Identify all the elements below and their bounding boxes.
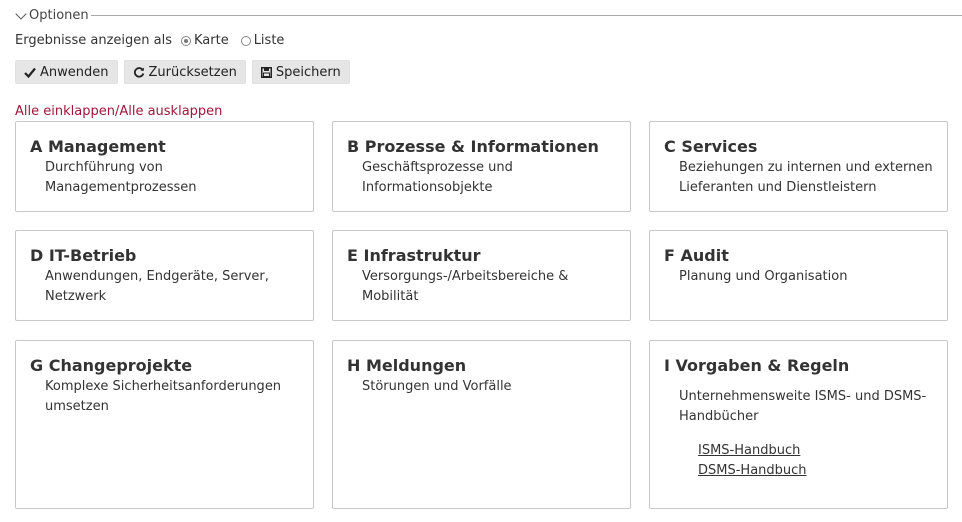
card-title: I Vorgaben & Regeln: [664, 356, 850, 375]
radio-karte-label: Karte: [193, 33, 229, 48]
isms-handbook-link[interactable]: ISMS-Handbuch: [698, 441, 807, 461]
display-mode-label: Ergebnisse anzeigen als: [15, 33, 172, 48]
card-description: Störungen und Vorfälle: [362, 379, 512, 394]
card-h-meldungen[interactable]: H Meldungen Störungen und Vorfälle: [332, 340, 631, 509]
card-description: Anwendungen, Endgeräte, Server, Netzwerk: [45, 269, 269, 304]
options-divider: [91, 15, 962, 16]
card-b-prozesse[interactable]: B Prozesse & Informationen Geschäftsproz…: [332, 121, 631, 212]
card-description: Versorgungs-/Arbeitsbereiche & Mobilität: [362, 269, 569, 304]
apply-button-label: Anwenden: [40, 64, 109, 80]
options-legend-label: Optionen: [29, 8, 89, 23]
card-title: A Management: [30, 137, 166, 156]
card-f-audit[interactable]: F Audit Planung und Organisation: [649, 230, 948, 321]
card-description: Beziehungen zu internen und externen Lie…: [679, 160, 933, 195]
radio-liste-circle[interactable]: [240, 35, 251, 46]
radio-liste[interactable]: Liste: [240, 33, 285, 48]
reset-button[interactable]: Zurücksetzen: [123, 60, 246, 84]
card-title: F Audit: [664, 246, 729, 265]
card-e-infrastruktur[interactable]: E Infrastruktur Versorgungs-/Arbeitsbere…: [332, 230, 631, 321]
options-legend[interactable]: Optionen: [15, 7, 89, 23]
handbook-links: ISMS-Handbuch DSMS-Handbuch: [698, 441, 807, 481]
card-i-vorgaben-regeln[interactable]: I Vorgaben & Regeln Unternehmensweite IS…: [649, 340, 948, 509]
card-title: B Prozesse & Informationen: [347, 137, 599, 156]
card-description: Durchführung von Managementprozessen: [45, 160, 197, 195]
reset-button-label: Zurücksetzen: [148, 64, 237, 80]
options-toolbar: Anwenden Zurücksetzen Speichern: [15, 60, 356, 84]
radio-karte-circle[interactable]: [180, 35, 191, 46]
card-title: D IT-Betrieb: [30, 246, 137, 265]
refresh-icon: [133, 67, 144, 78]
floppy-disk-icon: [260, 66, 272, 78]
dsms-handbook-link[interactable]: DSMS-Handbuch: [698, 461, 807, 481]
radio-liste-label: Liste: [253, 33, 285, 48]
display-mode-row: Ergebnisse anzeigen als Karte Liste: [15, 33, 296, 48]
card-a-management[interactable]: A Management Durchführung von Management…: [15, 121, 314, 212]
apply-button[interactable]: Anwenden: [15, 60, 118, 84]
card-title: C Services: [664, 137, 758, 156]
card-title: H Meldungen: [347, 356, 467, 375]
radio-karte[interactable]: Karte: [180, 33, 229, 48]
card-description: Geschäftsprozesse und Informationsobjekt…: [362, 160, 513, 195]
collapse-expand-all-link[interactable]: Alle einklappen/Alle ausklappen: [15, 104, 222, 119]
card-description: Unternehmensweite ISMS- und DSMS-Handbüc…: [679, 389, 927, 424]
save-button[interactable]: Speichern: [251, 60, 350, 84]
check-icon: [24, 67, 36, 78]
save-button-label: Speichern: [275, 64, 341, 80]
card-title: E Infrastruktur: [347, 246, 481, 265]
card-d-it-betrieb[interactable]: D IT-Betrieb Anwendungen, Endgeräte, Ser…: [15, 230, 314, 321]
chevron-down-icon: [15, 7, 27, 20]
card-g-changeprojekte[interactable]: G Changeprojekte Komplexe Sicherheitsanf…: [15, 340, 314, 509]
card-c-services[interactable]: C Services Beziehungen zu internen und e…: [649, 121, 948, 212]
card-description: Planung und Organisation: [679, 269, 848, 284]
card-description: Komplexe Sicherheitsanforderungen umsetz…: [45, 379, 282, 414]
card-title: G Changeprojekte: [30, 356, 193, 375]
